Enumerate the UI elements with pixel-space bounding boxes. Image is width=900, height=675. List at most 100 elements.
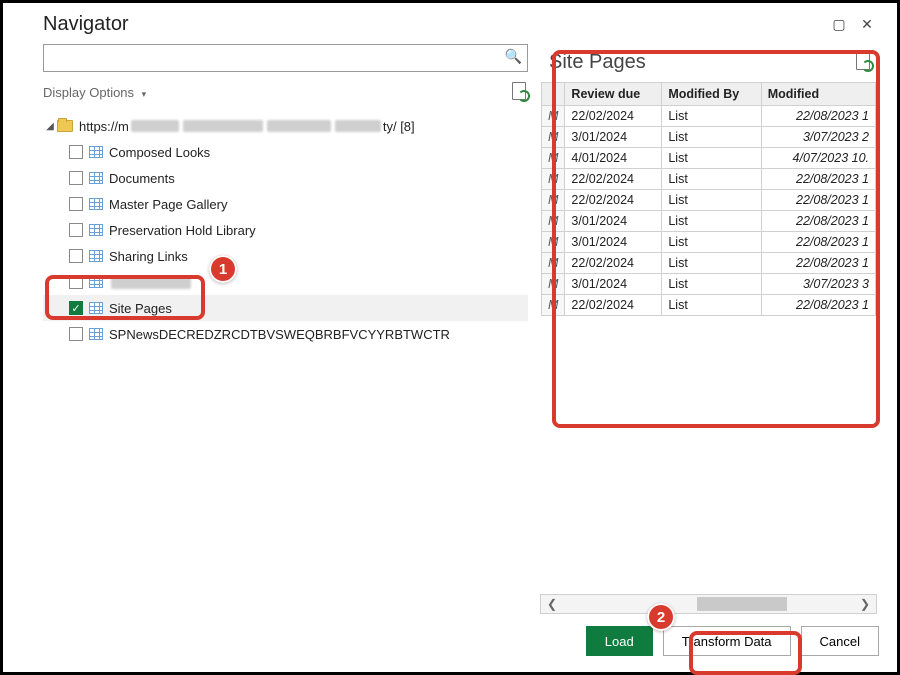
tree-item-checkbox[interactable] [69, 275, 83, 289]
cell-review-due: 3/01/2024 [565, 274, 662, 295]
load-button[interactable]: Load [586, 626, 653, 656]
cell-modified: 22/08/2023 1 [761, 169, 875, 190]
row-marker: M [542, 253, 565, 274]
table-row[interactable]: M3/01/2024List3/07/2023 2 [542, 127, 876, 148]
row-marker: M [542, 232, 565, 253]
preview-column-header[interactable]: Review due [565, 83, 662, 106]
cell-modified: 22/08/2023 1 [761, 211, 875, 232]
table-row[interactable]: M22/02/2024List22/08/2023 1 [542, 253, 876, 274]
tree-item[interactable]: Documents [43, 165, 528, 191]
tree-item-checkbox[interactable] [69, 171, 83, 185]
transform-data-button[interactable]: Transform Data [663, 626, 791, 656]
window-close-icon[interactable]: ✕ [853, 16, 881, 33]
cell-review-due: 22/02/2024 [565, 106, 662, 127]
tree-item-label: SPNewsDECREDZRCDTBVSWEQBRBFVCYYRBTWCTR [109, 327, 450, 342]
folder-icon [57, 120, 73, 132]
cell-review-due: 3/01/2024 [565, 127, 662, 148]
cell-modified: 22/08/2023 1 [761, 106, 875, 127]
table-icon [89, 302, 103, 314]
cell-review-due: 22/02/2024 [565, 169, 662, 190]
preview-column-header[interactable]: Modified By [662, 83, 761, 106]
cell-modified: 3/07/2023 2 [761, 127, 875, 148]
scroll-left-icon[interactable]: ❮ [541, 597, 563, 611]
tree-item[interactable]: Master Page Gallery [43, 191, 528, 217]
row-marker: M [542, 316, 565, 317]
cell-modified-by: List [662, 106, 761, 127]
cell-modified-by: List [662, 169, 761, 190]
cell-review-due: 3/01/2024 [565, 232, 662, 253]
cell-modified: 22/08/2023 1 [761, 295, 875, 316]
row-marker: M [542, 274, 565, 295]
tree-item-label: Site Pages [109, 301, 172, 316]
display-options-dropdown[interactable]: Display Options ▾ [43, 85, 146, 100]
table-row[interactable]: M22/02/2024List22/08/2023 1 [542, 169, 876, 190]
dialog-title: Navigator [43, 13, 129, 36]
cell-review-due: 22/02/2024 [565, 316, 662, 317]
tree-root[interactable]: ◢ https://m ty/ [8] [43, 113, 528, 139]
tree-item-label: Documents [109, 171, 175, 186]
cell-review-due: 22/02/2024 [565, 190, 662, 211]
cell-modified: 4/07/2023 10. [761, 148, 875, 169]
window-restore-icon[interactable]: ▢ [825, 16, 853, 33]
tree-item[interactable]: SPNewsDECREDZRCDTBVSWEQBRBFVCYYRBTWCTR [43, 321, 528, 347]
search-input[interactable] [43, 44, 528, 72]
horizontal-scrollbar[interactable]: ❮ ❯ [540, 594, 877, 614]
collapse-icon[interactable]: ◢ [43, 121, 57, 132]
tree-item-label: Master Page Gallery [109, 197, 228, 212]
display-options-label: Display Options [43, 85, 134, 100]
scroll-right-icon[interactable]: ❯ [854, 597, 876, 611]
preview-column-header[interactable]: Modified [761, 83, 875, 106]
tree-item-checkbox[interactable] [69, 249, 83, 263]
tree-item-label [109, 275, 193, 290]
cell-modified-by: List [662, 211, 761, 232]
cell-modified: 22/08/2023 1 [761, 316, 875, 317]
refresh-icon[interactable] [512, 82, 528, 103]
cell-modified-by: List [662, 274, 761, 295]
chevron-down-icon: ▾ [142, 89, 147, 99]
table-row[interactable]: M3/01/2024List3/07/2023 3 [542, 274, 876, 295]
tree-item-label: Preservation Hold Library [109, 223, 256, 238]
row-marker: M [542, 148, 565, 169]
cell-modified: 22/08/2023 1 [761, 190, 875, 211]
tree-item[interactable] [43, 269, 528, 295]
cell-modified-by: List [662, 316, 761, 317]
cell-modified: 22/08/2023 1 [761, 253, 875, 274]
table-row[interactable]: M22/02/2024List22/08/2023 1 [542, 190, 876, 211]
preview-table: Review dueModified ByModified M22/02/202… [541, 82, 876, 316]
preview-column-header[interactable] [542, 83, 565, 106]
tree-item-checkbox[interactable] [69, 223, 83, 237]
tree-item-checkbox[interactable] [69, 327, 83, 341]
table-icon [89, 328, 103, 340]
tree-item[interactable]: Preservation Hold Library [43, 217, 528, 243]
tree-item[interactable]: Site Pages [43, 295, 528, 321]
table-icon [89, 172, 103, 184]
row-marker: M [542, 190, 565, 211]
row-marker: M [542, 127, 565, 148]
tree-item[interactable]: Composed Looks [43, 139, 528, 165]
navigator-tree: ◢ https://m ty/ [8] Composed Looks Docume… [43, 113, 528, 614]
table-row[interactable]: M22/02/2024List22/08/2023 1 [542, 316, 876, 317]
cell-review-due: 22/02/2024 [565, 295, 662, 316]
cell-modified-by: List [662, 127, 761, 148]
tree-item-checkbox[interactable] [69, 197, 83, 211]
search-icon[interactable]: 🔍 [505, 48, 522, 65]
cell-review-due: 22/02/2024 [565, 253, 662, 274]
tree-item[interactable]: Sharing Links [43, 243, 528, 269]
preview-title: Site Pages [549, 51, 646, 74]
table-row[interactable]: M3/01/2024List22/08/2023 1 [542, 211, 876, 232]
cancel-button[interactable]: Cancel [801, 626, 879, 656]
table-icon [89, 146, 103, 158]
table-icon [89, 224, 103, 236]
tree-item-checkbox[interactable] [69, 145, 83, 159]
table-row[interactable]: M4/01/2024List4/07/2023 10. [542, 148, 876, 169]
row-marker: M [542, 106, 565, 127]
tree-item-checkbox[interactable] [69, 301, 83, 315]
table-icon [89, 250, 103, 262]
table-row[interactable]: M22/02/2024List22/08/2023 1 [542, 106, 876, 127]
table-row[interactable]: M22/02/2024List22/08/2023 1 [542, 295, 876, 316]
scrollbar-thumb[interactable] [697, 597, 787, 611]
refresh-preview-icon[interactable] [856, 52, 872, 73]
table-row[interactable]: M3/01/2024List22/08/2023 1 [542, 232, 876, 253]
cell-review-due: 3/01/2024 [565, 211, 662, 232]
cell-review-due: 4/01/2024 [565, 148, 662, 169]
